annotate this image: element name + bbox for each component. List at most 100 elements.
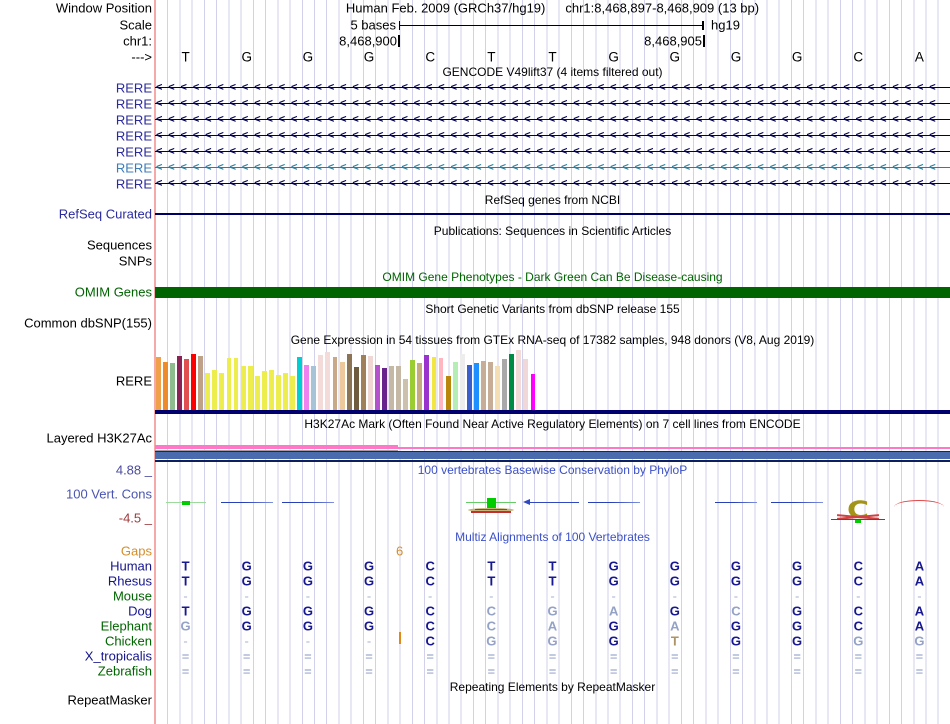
gtex-tissue-bar[interactable] <box>396 366 402 410</box>
gtex-tissue-bar[interactable] <box>459 354 465 410</box>
gencode-gene-label[interactable]: RERE <box>0 160 152 175</box>
multiz-species-label[interactable]: Rhesus <box>0 573 152 588</box>
gtex-tissue-bar[interactable] <box>233 358 239 410</box>
cons-arrowhead[interactable] <box>522 499 530 505</box>
gtex-tissue-bar[interactable] <box>417 363 423 410</box>
gencode-gene-label[interactable]: RERE <box>0 80 152 95</box>
gencode-gene-arrows[interactable]: <<<<<<<<<<<<<<<<<<<<<<<<<<<<<<<<<<<<<<<<… <box>156 130 950 141</box>
gencode-gene-label[interactable]: RERE <box>0 128 152 143</box>
gtex-gene-label[interactable]: RERE <box>0 374 152 389</box>
cons-blue-line[interactable] <box>714 501 757 504</box>
gtex-tissue-bar[interactable] <box>481 361 486 410</box>
gtex-tissue-bar[interactable] <box>254 376 260 410</box>
refseq-track-label[interactable]: RefSeq Curated <box>0 207 152 222</box>
gtex-tissue-bar[interactable] <box>162 362 168 410</box>
h3k27ac-steelblue-bar[interactable] <box>155 452 950 460</box>
multiz-gaps-label[interactable]: Gaps <box>0 544 152 559</box>
gtex-tissue-bar[interactable] <box>155 357 161 410</box>
gtex-tissue-bar[interactable] <box>226 358 232 410</box>
gtex-baseline-bar[interactable] <box>155 410 950 414</box>
gtex-tissue-bar[interactable] <box>184 359 189 410</box>
gtex-tissue-bar[interactable] <box>283 373 288 410</box>
gtex-tissue-bar[interactable] <box>219 373 225 410</box>
gtex-tissue-bar[interactable] <box>431 357 437 410</box>
publications-sequences-label[interactable]: Sequences <box>0 238 152 253</box>
publications-snps-label[interactable]: SNPs <box>0 254 152 269</box>
gtex-tissue-bar[interactable] <box>275 375 281 410</box>
gtex-tissue-bar[interactable] <box>523 359 529 410</box>
gencode-gene-arrows[interactable]: <<<<<<<<<<<<<<<<<<<<<<<<<<<<<<<<<<<<<<<<… <box>156 82 950 93</box>
gtex-tissue-bar[interactable] <box>445 376 451 410</box>
multiz-species-label[interactable]: Elephant <box>0 618 152 633</box>
gtex-tissue-bar[interactable] <box>177 356 182 410</box>
gtex-tissue-bar[interactable] <box>530 374 536 410</box>
gtex-tissue-bar[interactable] <box>389 366 394 410</box>
gtex-tissue-bar[interactable] <box>297 357 303 410</box>
cons-blue-line[interactable] <box>771 501 824 504</box>
gencode-gene-arrows[interactable]: <<<<<<<<<<<<<<<<<<<<<<<<<<<<<<<<<<<<<<<<… <box>156 178 950 189</box>
gtex-tissue-bar[interactable] <box>516 350 522 410</box>
gtex-tissue-bar[interactable] <box>353 367 359 410</box>
gtex-tissue-bar[interactable] <box>360 355 366 410</box>
gtex-tissue-bar[interactable] <box>488 362 493 410</box>
gencode-gene-arrows[interactable]: <<<<<<<<<<<<<<<<<<<<<<<<<<<<<<<<<<<<<<<<… <box>156 162 950 173</box>
gtex-tissue-bar[interactable] <box>268 370 274 410</box>
omim-track-label[interactable]: OMIM Genes <box>0 285 152 300</box>
gencode-gene-label[interactable]: RERE <box>0 176 152 191</box>
gtex-tissue-bar[interactable] <box>290 376 296 410</box>
gtex-tissue-bar[interactable] <box>367 356 373 410</box>
gtex-tissue-bar[interactable] <box>495 366 501 410</box>
cons-blue-line[interactable] <box>587 501 640 504</box>
gencode-gene-label[interactable]: RERE <box>0 112 152 127</box>
multiz-species-label[interactable]: Human <box>0 558 152 573</box>
gtex-tissue-bar[interactable] <box>466 365 472 410</box>
gtex-tissue-bar[interactable] <box>424 355 430 410</box>
cons-blue-line[interactable] <box>220 501 273 504</box>
gencode-gene-arrows[interactable]: <<<<<<<<<<<<<<<<<<<<<<<<<<<<<<<<<<<<<<<<… <box>156 98 950 109</box>
gtex-tissue-bar[interactable] <box>240 366 246 410</box>
multiz-species-label[interactable]: Zebrafish <box>0 663 152 678</box>
h3k27ac-track-label[interactable]: Layered H3K27Ac <box>0 431 152 446</box>
gtex-tissue-bar[interactable] <box>169 363 175 410</box>
conservation-track-label[interactable]: 100 Vert. Cons <box>0 487 152 502</box>
gtex-tissue-bar[interactable] <box>304 365 310 410</box>
cons-green-dot[interactable] <box>181 500 190 505</box>
h3k27ac-pink-thin-bar[interactable] <box>398 446 950 450</box>
gtex-tissue-bar[interactable] <box>261 371 267 410</box>
gtex-tissue-bar[interactable] <box>346 354 352 410</box>
dbsnp-track-label[interactable]: Common dbSNP(155) <box>0 316 152 331</box>
gtex-tissue-bar[interactable] <box>509 354 515 410</box>
gtex-tissue-bar[interactable] <box>311 366 317 410</box>
multiz-species-label[interactable]: Mouse <box>0 588 152 603</box>
multiz-base-cell: C <box>486 603 497 619</box>
multiz-species-label[interactable]: Chicken <box>0 633 152 648</box>
gtex-tissue-bar[interactable] <box>374 365 380 410</box>
multiz-species-label[interactable]: Dog <box>0 603 152 618</box>
gencode-gene-label[interactable]: RERE <box>0 96 152 111</box>
gtex-tissue-bar[interactable] <box>318 355 324 410</box>
gencode-gene-arrows[interactable]: <<<<<<<<<<<<<<<<<<<<<<<<<<<<<<<<<<<<<<<<… <box>156 146 950 157</box>
gtex-tissue-bar[interactable] <box>502 359 508 410</box>
gtex-tissue-bar[interactable] <box>403 379 409 410</box>
repeatmasker-track-label[interactable]: RepeatMasker <box>0 693 152 708</box>
gtex-tissue-bar[interactable] <box>198 356 204 410</box>
gtex-tissue-bar[interactable] <box>438 358 444 410</box>
refseq-curated-line[interactable] <box>155 213 950 215</box>
gencode-gene-label[interactable]: RERE <box>0 144 152 159</box>
gencode-gene-arrows[interactable]: <<<<<<<<<<<<<<<<<<<<<<<<<<<<<<<<<<<<<<<<… <box>156 114 950 125</box>
gtex-tissue-bar[interactable] <box>332 357 338 410</box>
cons-blue-line[interactable] <box>526 501 579 504</box>
gtex-tissue-bar[interactable] <box>473 363 479 410</box>
gtex-tissue-bar[interactable] <box>452 362 458 410</box>
omim-gene-bar[interactable] <box>155 287 950 298</box>
gtex-tissue-bar[interactable] <box>410 360 416 410</box>
gtex-tissue-bar[interactable] <box>212 370 218 410</box>
multiz-species-label[interactable]: X_tropicalis <box>0 648 152 663</box>
gtex-tissue-bar[interactable] <box>247 366 253 410</box>
gtex-tissue-bar[interactable] <box>191 354 197 410</box>
gtex-tissue-bar[interactable] <box>325 352 331 410</box>
gtex-tissue-bar[interactable] <box>205 373 211 410</box>
gtex-tissue-bar[interactable] <box>382 368 387 410</box>
cons-blue-line[interactable] <box>281 501 334 504</box>
gtex-tissue-bar[interactable] <box>339 362 345 410</box>
